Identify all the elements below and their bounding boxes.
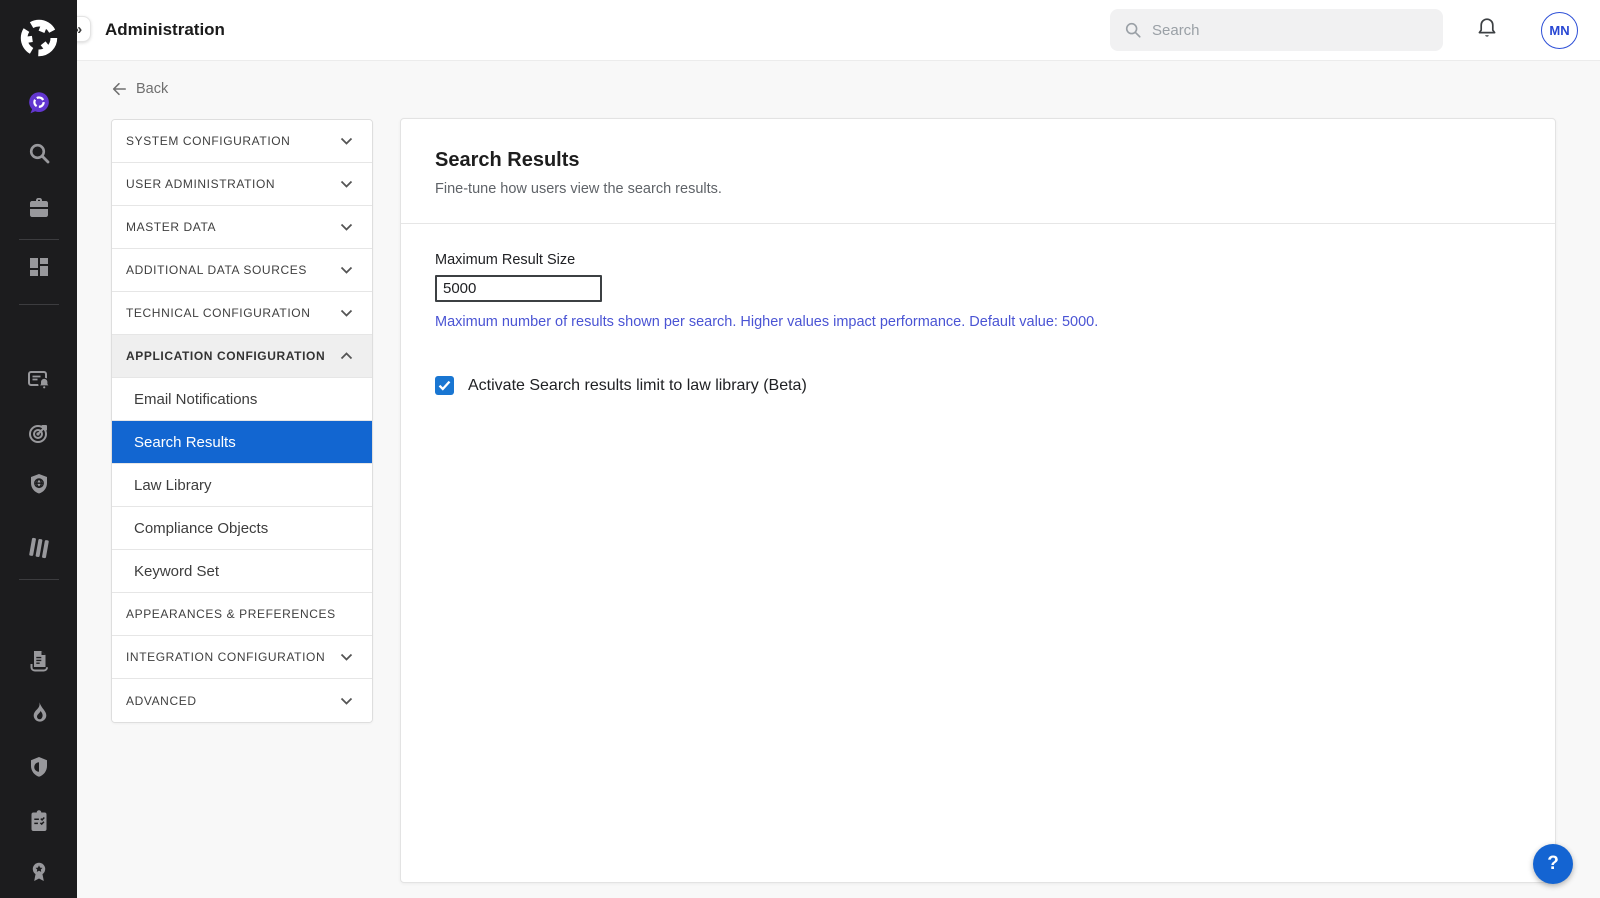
nav-section-system-configuration[interactable]: SYSTEM CONFIGURATION: [112, 120, 372, 163]
search-input[interactable]: [1152, 22, 1412, 39]
report-icon[interactable]: [27, 649, 51, 673]
app-logo-icon: [16, 15, 62, 61]
chevron-up-icon: [340, 352, 353, 360]
avatar[interactable]: MN: [1541, 12, 1578, 49]
rail-divider: [19, 304, 59, 305]
page-title: Search Results: [435, 149, 1521, 172]
max-result-size-helper-text: Maximum number of results shown per sear…: [435, 314, 1521, 330]
search-icon: [1124, 21, 1142, 39]
nav-section-appearances-preferences[interactable]: APPEARANCES & PREFERENCES: [112, 593, 372, 636]
card-body: Maximum Result Size Maximum number of re…: [401, 224, 1555, 423]
briefcase-icon[interactable]: [27, 196, 51, 220]
chevron-down-icon: [340, 180, 353, 188]
content-area: Back SYSTEM CONFIGURATION USER ADMINISTR…: [77, 61, 1600, 898]
assistant-bubble-icon[interactable]: [27, 91, 51, 115]
chevron-down-icon: [340, 223, 353, 231]
chevron-down-icon: [340, 653, 353, 661]
help-button[interactable]: ?: [1533, 844, 1573, 884]
nav-section-application-configuration[interactable]: APPLICATION CONFIGURATION: [112, 335, 372, 378]
back-link[interactable]: Back: [111, 81, 168, 97]
search-results-settings-card: Search Results Fine-tune how users view …: [400, 118, 1556, 883]
tasks-clipboard-icon[interactable]: [27, 809, 51, 833]
nav-section-advanced[interactable]: ADVANCED: [112, 679, 372, 722]
nav-section-technical-configuration[interactable]: TECHNICAL CONFIGURATION: [112, 292, 372, 335]
nav-section-integration-configuration[interactable]: INTEGRATION CONFIGURATION: [112, 636, 372, 679]
target-icon[interactable]: [27, 421, 51, 445]
rail-divider: [19, 239, 59, 240]
back-arrow-icon: [111, 81, 127, 97]
back-label: Back: [136, 81, 168, 97]
bell-icon: [1475, 16, 1499, 40]
max-result-size-label: Maximum Result Size: [435, 252, 1521, 268]
nav-item-email-notifications[interactable]: Email Notifications: [112, 378, 372, 421]
law-library-limit-checkbox[interactable]: [435, 376, 454, 395]
chevron-down-icon: [340, 309, 353, 317]
shield-globe-icon[interactable]: [27, 472, 51, 496]
page-subtitle: Fine-tune how users view the search resu…: [435, 181, 1521, 197]
dashboard-icon[interactable]: [27, 255, 51, 279]
settings-nav-panel: SYSTEM CONFIGURATION USER ADMINISTRATION…: [111, 119, 373, 723]
page-app-title: Administration: [105, 20, 225, 40]
chevron-down-icon: [340, 137, 353, 145]
search-nav-icon[interactable]: [27, 141, 51, 165]
topbar: » Administration MN: [77, 0, 1600, 61]
checkmark-icon: [438, 380, 451, 391]
law-library-limit-label: Activate Search results limit to law lib…: [468, 377, 807, 395]
nav-item-law-library[interactable]: Law Library: [112, 464, 372, 507]
flame-icon[interactable]: [27, 700, 51, 724]
card-header: Search Results Fine-tune how users view …: [401, 119, 1555, 224]
chevron-down-icon: [340, 697, 353, 705]
max-result-size-input[interactable]: [435, 275, 602, 302]
global-search[interactable]: [1110, 9, 1443, 51]
nav-item-compliance-objects[interactable]: Compliance Objects: [112, 507, 372, 550]
library-icon[interactable]: [27, 536, 51, 560]
nav-section-master-data[interactable]: MASTER DATA: [112, 206, 372, 249]
app-rail: [0, 0, 77, 898]
law-library-limit-row: Activate Search results limit to law lib…: [435, 376, 1521, 395]
nav-item-keyword-set[interactable]: Keyword Set: [112, 550, 372, 593]
nav-section-additional-data-sources[interactable]: ADDITIONAL DATA SOURCES: [112, 249, 372, 292]
nav-item-search-results[interactable]: Search Results: [112, 421, 372, 464]
subscriptions-bell-icon[interactable]: [27, 368, 51, 392]
rail-divider: [19, 579, 59, 580]
chevron-down-icon: [340, 266, 353, 274]
nav-section-user-administration[interactable]: USER ADMINISTRATION: [112, 163, 372, 206]
notifications-button[interactable]: [1475, 16, 1499, 45]
award-icon[interactable]: [27, 860, 51, 884]
shield-icon[interactable]: [27, 755, 51, 779]
